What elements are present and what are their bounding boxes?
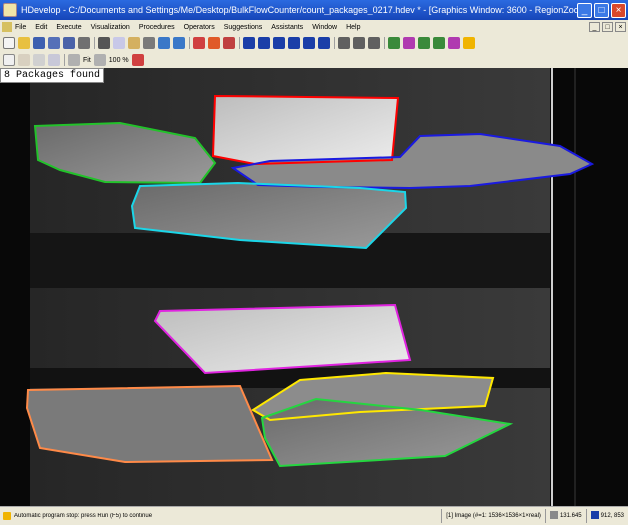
background-right [550,68,628,506]
crosshair-icon [590,511,599,520]
display-settings-icon[interactable] [131,54,144,66]
menu-file[interactable]: File [15,24,26,31]
menu-execute[interactable]: Execute [56,24,81,31]
step-over-icon[interactable] [258,37,270,49]
mdi-close-button[interactable]: × [615,22,626,32]
procedure-icon[interactable] [208,37,220,49]
deactivate-icon[interactable] [353,37,365,49]
help-icon[interactable] [463,37,475,49]
menu-procedures[interactable]: Procedures [139,24,175,31]
status-bar: Automatic program stop: press Run (F5) t… [0,506,628,525]
save-all-icon[interactable] [48,37,60,49]
histogram-icon[interactable] [403,37,415,49]
fit-dropdown[interactable]: Fit [83,57,91,64]
toolbar-separator [239,37,240,49]
line-profile-icon[interactable] [418,37,430,49]
comment-icon[interactable] [368,37,380,49]
paste-icon[interactable] [128,37,140,49]
menu-window[interactable]: Window [312,24,337,31]
open-folder-icon[interactable] [18,37,30,49]
graphics-toolbar: Fit 100 % [0,52,628,69]
zoom-icon[interactable] [48,54,60,66]
fit-icon[interactable] [68,54,80,66]
menu-operators[interactable]: Operators [184,24,215,31]
copy-icon[interactable] [113,37,125,49]
redo-icon[interactable] [173,37,185,49]
delete-icon[interactable] [143,37,155,49]
packages-found-message: 8 Packages found [0,68,105,83]
pointer-icon[interactable] [33,54,45,66]
mdi-minimize-button[interactable]: _ [589,22,600,32]
mdi-restore-button[interactable]: □ [602,22,613,32]
menu-help[interactable]: Help [346,24,360,31]
document-icon[interactable] [2,22,12,32]
gray-swatch [549,511,558,520]
title-bar[interactable]: HDevelop - C:/Documents and Settings/Me/… [0,0,628,20]
menu-edit[interactable]: Edit [35,24,47,31]
step-into-icon[interactable] [273,37,285,49]
insert-code-icon[interactable] [193,37,205,49]
new-file-icon[interactable] [3,37,15,49]
undo-icon[interactable] [158,37,170,49]
stop-icon[interactable] [303,37,315,49]
zoom-window-icon[interactable] [448,37,460,49]
menu-bar: File Edit Execute Visualization Procedur… [0,20,628,34]
gray-value: 131.645 [559,513,582,519]
print-icon[interactable] [78,37,90,49]
image-info: [1] Image (#=1: 1536×1536×1×real) [441,509,545,523]
toolbar-separator [334,37,335,49]
package-6-body [27,386,272,462]
zoom-level-dropdown[interactable]: 100 % [109,57,129,64]
image-canvas[interactable] [0,68,628,506]
toolbar-separator [384,37,385,49]
gray-value-cell: 131.645 [544,509,586,523]
feature-inspect-icon[interactable] [433,37,445,49]
window-title: HDevelop - C:/Documents and Settings/Me/… [21,5,577,15]
main-toolbar [0,34,628,53]
zoom-level-icon[interactable] [93,54,106,66]
toolbar-separator [189,37,190,49]
export-icon[interactable] [63,37,75,49]
info-icon [3,512,11,520]
close-button[interactable]: × [611,2,626,18]
edit-icon[interactable] [3,54,15,66]
pan-hand-icon[interactable] [18,54,30,66]
maximize-button[interactable]: □ [594,2,609,18]
run-icon[interactable] [243,37,255,49]
menu-assistants[interactable]: Assistants [271,24,303,31]
minimize-button[interactable]: _ [577,2,592,18]
package-1-body [213,96,398,164]
toolbar-separator [94,37,95,49]
toolbar-separator [64,54,65,66]
status-message: Automatic program stop: press Run (F5) t… [14,513,153,519]
cursor-coordinates: 912, 853 [600,513,624,519]
image-inspect-icon[interactable] [388,37,400,49]
save-icon[interactable] [33,37,45,49]
step-out-icon[interactable] [288,37,300,49]
background-left [0,68,30,506]
hdevelop-app-icon [3,3,17,17]
reset-icon[interactable] [318,37,330,49]
activate-icon[interactable] [338,37,350,49]
menu-visualization[interactable]: Visualization [91,24,130,31]
cut-icon[interactable] [98,37,110,49]
menu-suggestions[interactable]: Suggestions [224,24,263,31]
graphics-window[interactable]: 8 Packages found [0,68,628,506]
coordinates-cell: 912, 853 [585,509,628,523]
breakpoint-icon[interactable] [223,37,235,49]
